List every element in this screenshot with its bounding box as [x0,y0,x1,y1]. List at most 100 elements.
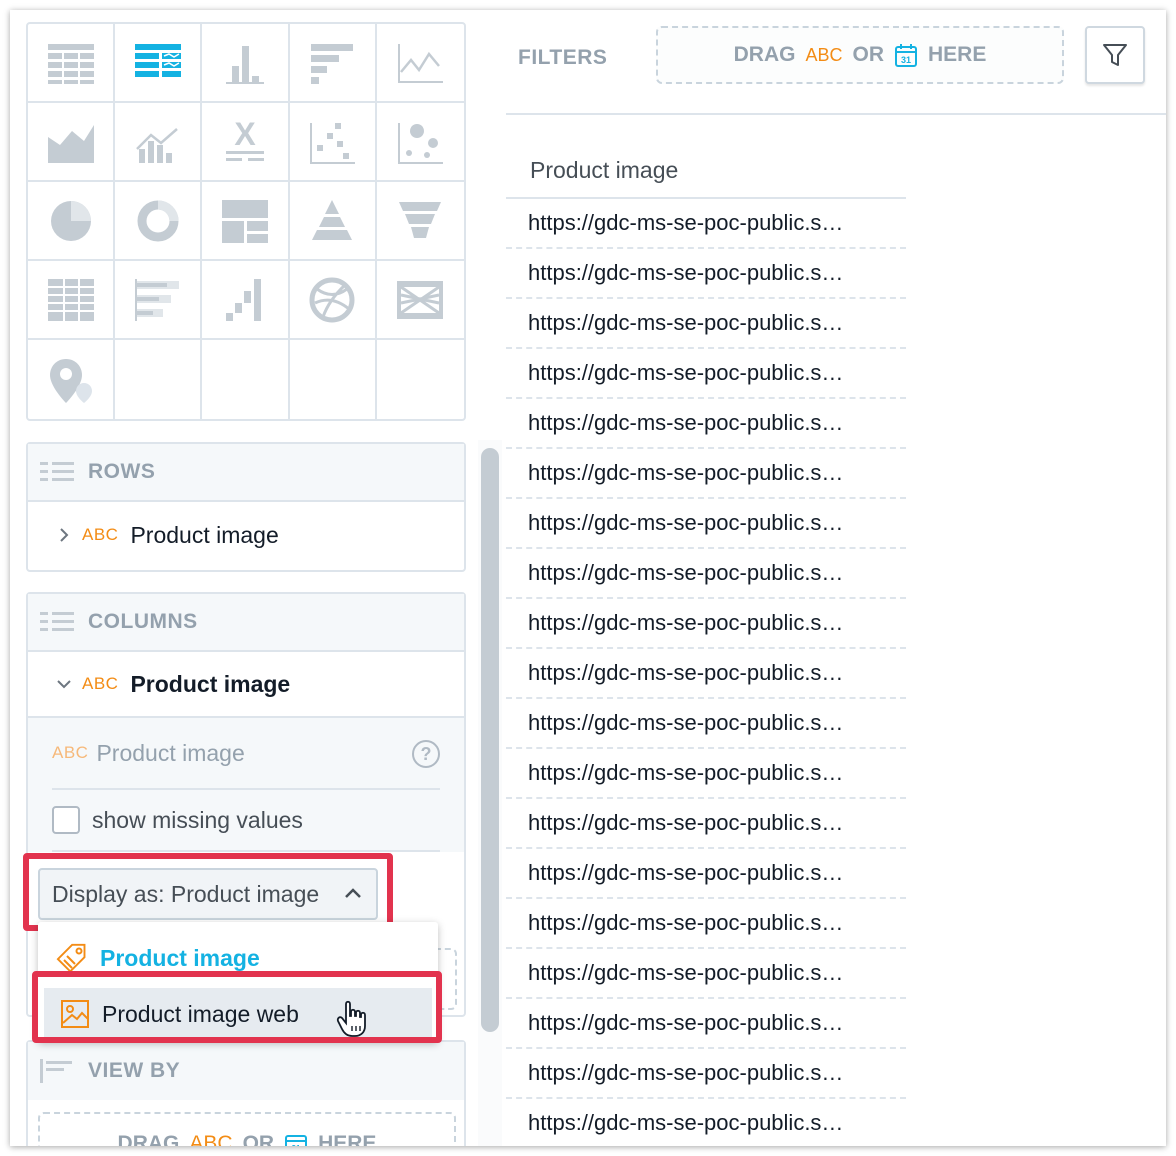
vis-type-pyramid[interactable] [289,182,377,261]
viewby-bucket-header: VIEW BY [28,1042,464,1100]
show-missing-values-label: show missing values [92,806,303,833]
attribute-source-row: ABC Product image ? [52,718,440,790]
rows-list-icon [40,462,74,481]
funnel-icon [399,201,442,238]
table-row[interactable]: https://gdc-ms-se-poc-public.s… [506,499,906,549]
line-chart-icon [398,43,444,83]
bar-chart-icon [311,43,354,84]
bullet-chart-icon [134,278,179,321]
columns-item-product-image[interactable]: ABC Product image [28,652,464,718]
vis-type-headline-table[interactable] [115,24,203,103]
menu-item-label: Product image [100,944,260,971]
vis-type-scatter-plot[interactable] [289,103,377,182]
filter-config-button[interactable] [1085,26,1145,84]
analytical-designer: X ROWS ABC Product image COLUMNS ABC Pro… [10,10,1166,1146]
highlight-box-menu-item [32,971,442,1043]
attribute-source-label: Product image [96,739,245,766]
vis-type-bubble-chart[interactable] [376,103,464,182]
table-header[interactable]: Product image [506,144,906,199]
table-row[interactable]: https://gdc-ms-se-poc-public.s… [506,249,906,299]
funnel-filter-icon [1103,44,1127,66]
pyramid-icon [312,199,353,240]
attribute-type-badge: ABC [82,674,119,693]
table-row[interactable]: https://gdc-ms-se-poc-public.s… [506,349,906,399]
rows-bucket: ROWS ABC Product image [26,442,466,572]
viewby-bucket-title: VIEW BY [88,1059,181,1082]
waterfall-icon [225,278,261,321]
vis-type-column-chart[interactable] [202,24,290,103]
vertical-scrollbar[interactable] [481,448,499,1032]
vis-type-empty [290,340,377,419]
abc-badge: ABC [189,1132,233,1146]
table-row[interactable]: https://gdc-ms-se-poc-public.s… [506,749,906,799]
column-chart-icon [225,45,264,84]
svg-text:31: 31 [901,55,911,65]
vis-type-heatmap[interactable] [28,261,116,340]
vis-type-area-chart[interactable] [28,103,116,182]
table-row[interactable]: https://gdc-ms-se-poc-public.s… [506,299,906,349]
vis-type-empty [115,340,203,419]
divider [506,113,1166,115]
drag-label: DRAG [117,1132,180,1146]
table-row[interactable]: https://gdc-ms-se-poc-public.s… [506,449,906,499]
drag-label: DRAG [733,43,796,66]
vis-type-line-chart[interactable] [376,24,464,103]
table-row[interactable]: https://gdc-ms-se-poc-public.s… [506,849,906,899]
table-body: https://gdc-ms-se-poc-public.s… https://g… [506,199,906,1146]
table-row[interactable]: https://gdc-ms-se-poc-public.s… [506,199,906,249]
vis-type-dependency-wheel[interactable] [289,261,377,340]
headline-icon: X [225,116,264,161]
vis-type-pie-chart[interactable] [28,182,116,261]
hand-pointer-icon [336,1000,366,1037]
vis-type-bar-chart[interactable] [289,24,377,103]
attribute-type-badge: ABC [52,743,89,762]
vis-type-funnel[interactable] [376,182,464,261]
pivot-table: Product image https://gdc-ms-se-poc-publ… [506,144,906,1146]
vis-type-waterfall[interactable] [202,261,290,340]
here-label: HERE [318,1132,377,1146]
rows-item-product-image[interactable]: ABC Product image [28,502,464,568]
calendar-icon: 31 [895,44,917,67]
table-row[interactable]: https://gdc-ms-se-poc-public.s… [506,799,906,849]
show-missing-values-row[interactable]: show missing values [52,790,440,852]
chevron-down-icon[interactable] [56,676,72,692]
vis-type-treemap[interactable] [202,182,290,261]
vis-type-donut-chart[interactable] [115,182,203,261]
rows-item-label: Product image [130,521,279,548]
table-row[interactable]: https://gdc-ms-se-poc-public.s… [506,649,906,699]
sankey-icon [397,280,444,319]
table-row[interactable]: https://gdc-ms-se-poc-public.s… [506,1099,906,1146]
vis-type-sankey[interactable] [376,261,464,340]
viewby-icon [40,1059,72,1083]
vis-type-bullet-chart[interactable] [115,261,203,340]
table-row[interactable]: https://gdc-ms-se-poc-public.s… [506,949,906,999]
pie-chart-icon [50,200,91,241]
table-row[interactable]: https://gdc-ms-se-poc-public.s… [506,1049,906,1099]
bubble-chart-icon [398,122,444,164]
abc-badge: ABC [805,44,843,65]
geo-pushpin-icon [49,358,92,403]
vis-type-table[interactable] [28,24,116,103]
table-row[interactable]: https://gdc-ms-se-poc-public.s… [506,399,906,449]
table-row[interactable]: https://gdc-ms-se-poc-public.s… [506,549,906,599]
table-row[interactable]: https://gdc-ms-se-poc-public.s… [506,999,906,1049]
viewby-drop-zone[interactable]: DRAG ABC OR 31 HERE [38,1112,456,1146]
rows-bucket-header: ROWS [28,444,464,502]
help-icon[interactable]: ? [412,740,440,768]
show-missing-values-checkbox[interactable] [52,806,80,834]
scatter-plot-icon [310,122,356,164]
vis-type-combo-chart[interactable] [115,103,203,182]
svg-text:31: 31 [292,1144,301,1146]
table-row[interactable]: https://gdc-ms-se-poc-public.s… [506,699,906,749]
area-chart-icon [47,124,94,163]
chevron-right-icon[interactable] [56,527,72,543]
vis-type-headline[interactable]: X [202,103,290,182]
vis-type-geo-pushpin[interactable] [28,340,116,419]
treemap-icon [221,199,268,243]
svg-text:X: X [234,116,256,152]
here-label: HERE [928,43,987,66]
attribute-type-badge: ABC [82,525,119,544]
filters-drop-zone[interactable]: DRAG ABC OR 31 HERE [656,26,1064,84]
table-row[interactable]: https://gdc-ms-se-poc-public.s… [506,599,906,649]
table-row[interactable]: https://gdc-ms-se-poc-public.s… [506,899,906,949]
